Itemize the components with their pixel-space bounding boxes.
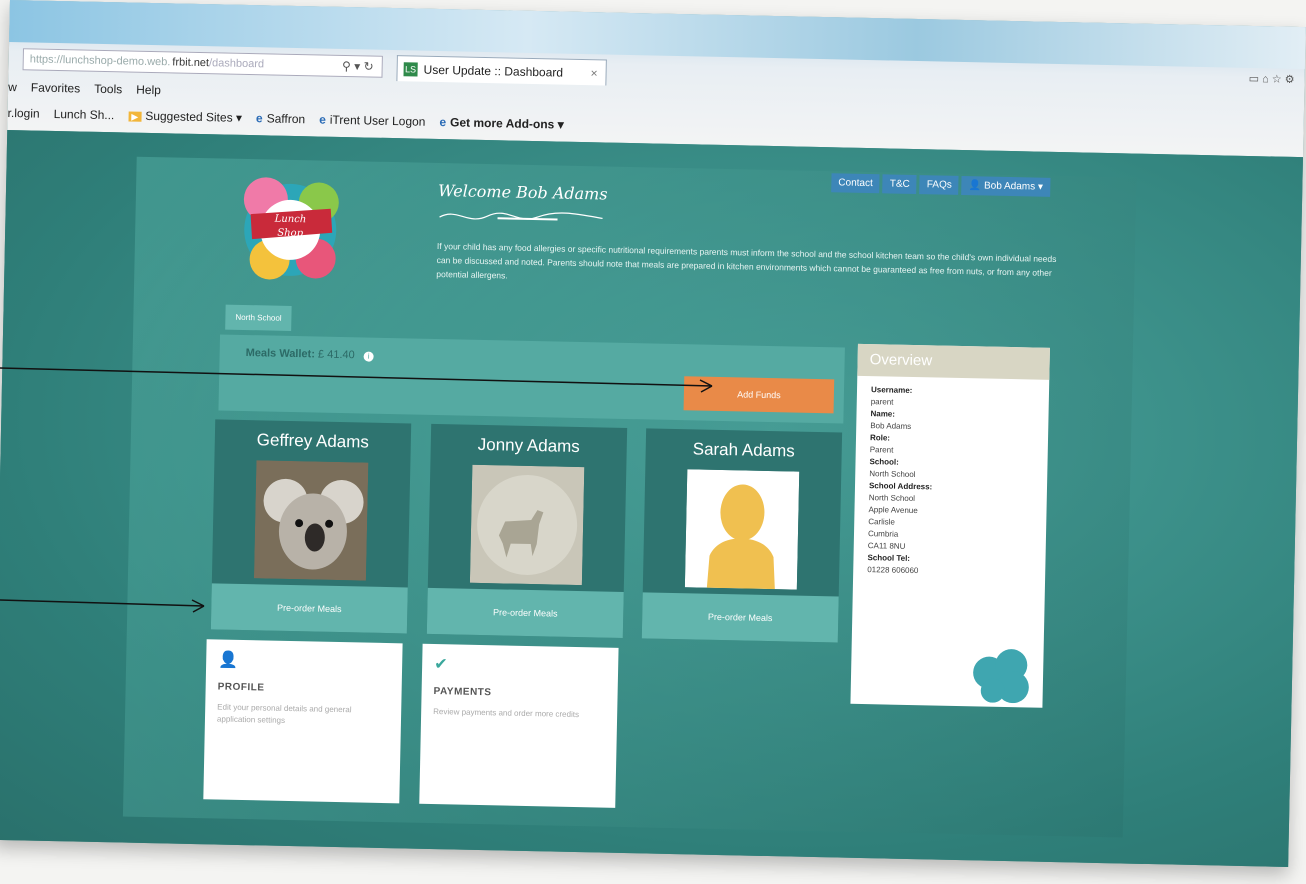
annotation-arrows [0, 367, 713, 613]
